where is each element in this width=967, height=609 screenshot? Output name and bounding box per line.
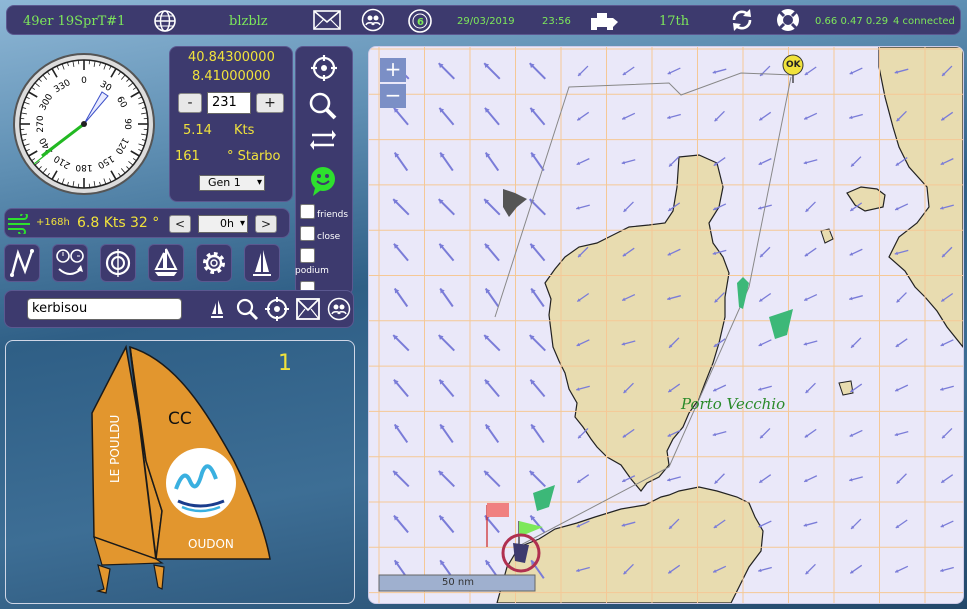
boat-sail-panel: 1 CC LE POULDU OUDON (5, 340, 355, 604)
time: 23:56 (542, 16, 571, 27)
search-icon[interactable] (235, 297, 259, 325)
wind-panel: +168h 6.8 Kts 32 ° < 0h > (4, 208, 290, 238)
compass-label: 0 (81, 76, 87, 86)
mail-icon[interactable] (313, 10, 341, 34)
land-italy (878, 47, 963, 348)
twa-value: 161 (175, 149, 200, 164)
sailboat-icon[interactable] (244, 244, 280, 282)
sail-initials: CC (168, 409, 192, 429)
waypoint-label: OK (786, 60, 801, 70)
globe-icon[interactable] (153, 9, 177, 37)
target-ring-icon[interactable] (100, 244, 136, 282)
sail-text-left: LE POULDU (108, 414, 122, 483)
boat-sail-graphic (91, 344, 271, 594)
zoom-in-button[interactable]: + (380, 58, 406, 82)
close-label: close (317, 232, 341, 242)
notification-count: 6 (417, 17, 424, 28)
autopilot-clock-icon[interactable] (52, 244, 88, 282)
land-montecristo (838, 380, 854, 396)
map-tool-column: friends close podium (295, 46, 353, 296)
zoom-search-icon[interactable] (308, 91, 338, 125)
wind-direction: 32 ° (130, 215, 160, 231)
heading-input[interactable]: 231 (207, 92, 251, 114)
competitor-boat-green-2 (769, 309, 793, 339)
land-capraia (820, 228, 834, 244)
compass-dial[interactable]: 0 30 60 90 120 150 180 210 240 270 300 330 (12, 52, 156, 196)
settings-gear-icon[interactable] (196, 244, 232, 282)
refresh-icon[interactable] (729, 7, 755, 37)
rank: 17th (659, 14, 690, 29)
race-name[interactable]: 49er 19SprT#1 (23, 14, 125, 29)
forecast-horizon: +168h (36, 217, 70, 228)
navigation-panel: 40.84300000 8.41000000 - 231 + 5.14 Kts … (169, 46, 293, 202)
speed-unit: Kts (234, 123, 255, 138)
swap-arrows-icon[interactable] (310, 129, 336, 155)
sail-anchor-icon[interactable] (148, 244, 184, 282)
player-name[interactable]: blzblz (229, 14, 268, 29)
tack-side: ° Starbo (227, 149, 281, 164)
add-friend-icon[interactable] (327, 297, 351, 325)
action-icon-row (4, 244, 290, 284)
compass-label: 90 (122, 118, 132, 130)
player-search-input[interactable]: kerbisou (27, 298, 182, 320)
forecast-next-button[interactable]: > (255, 215, 277, 233)
tacking-icon[interactable] (4, 244, 40, 282)
podium-label: podium (295, 266, 329, 276)
server-load: 0.66 0.47 0.29 (815, 16, 889, 27)
longitude: 8.41000000 (192, 69, 271, 84)
heading-minus-button[interactable]: - (178, 93, 202, 113)
place-label: Porto Vecchio (681, 395, 786, 413)
friends-label: friends (317, 210, 349, 220)
compass-label: 180 (75, 162, 92, 172)
competitor-boat-green-3 (533, 485, 555, 511)
date: 29/03/2019 (457, 16, 515, 27)
forecast-offset-select[interactable]: 0h (198, 215, 248, 233)
close-checkbox[interactable] (300, 226, 315, 241)
help-lifebuoy-icon[interactable] (775, 7, 801, 37)
latitude: 40.84300000 (188, 50, 275, 65)
race-map[interactable]: + − Porto Vecchio 50 nm OK (368, 46, 964, 604)
zoom-out-button[interactable]: − (380, 84, 406, 108)
heading-plus-button[interactable]: + (256, 93, 284, 113)
wind-speed: 6.8 Kts (77, 215, 126, 231)
forecast-prev-button[interactable]: < (169, 215, 191, 233)
search-panel: kerbisou (4, 290, 354, 328)
friends-checkbox[interactable] (300, 204, 315, 219)
sail-select[interactable]: Gen 1 (199, 175, 265, 191)
boat-shop-icon[interactable] (589, 9, 619, 35)
connected-count: 4 connected (893, 16, 955, 27)
message-player-icon[interactable] (296, 297, 320, 325)
compass-label: 270 (36, 115, 46, 132)
land-corsica (544, 154, 730, 492)
wind-icon (7, 212, 33, 238)
chat-icon[interactable] (309, 166, 337, 200)
center-boat-icon[interactable] (311, 55, 337, 85)
competitor-boat-green-1 (737, 277, 749, 309)
boat-speed: 5.14 (183, 123, 212, 138)
center-target-icon[interactable] (265, 297, 289, 325)
sail-text-bottom: OUDON (188, 537, 234, 551)
boat-locate-icon[interactable] (209, 299, 225, 323)
podium-checkbox[interactable] (300, 248, 315, 263)
top-bar: 49er 19SprT#1 blzblz 6 29/03/2019 23:56 … (6, 5, 961, 35)
friends-icon[interactable] (361, 8, 385, 36)
scale-label: 50 nm (442, 577, 474, 588)
